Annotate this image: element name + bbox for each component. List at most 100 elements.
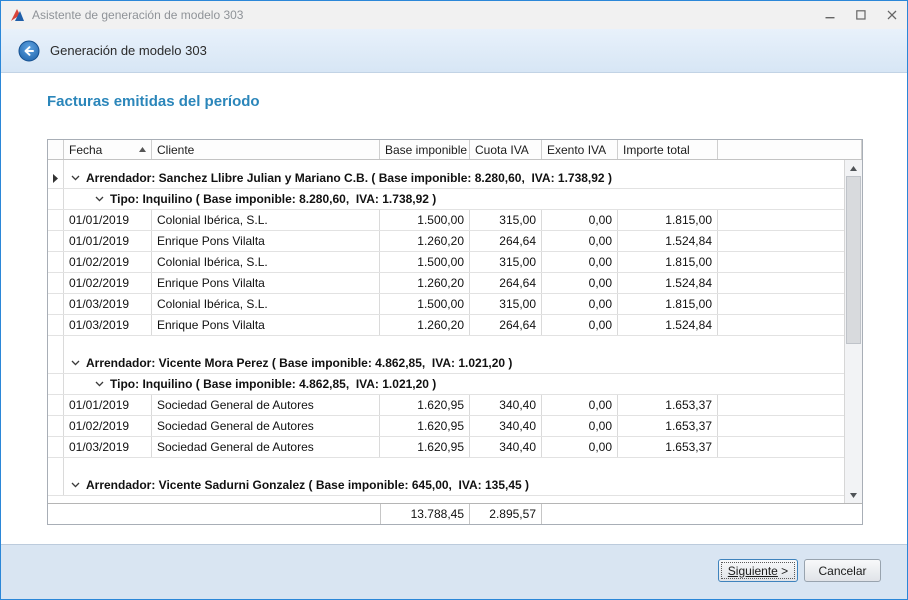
row-indicator-cell [48, 458, 64, 475]
invoice-row[interactable]: 01/02/2019Sociedad General de Autores1.6… [48, 416, 844, 437]
cell-base-imponible: 1.500,00 [380, 252, 470, 272]
group-row[interactable]: Arrendador: Vicente Sadurni Gonzalez ( B… [48, 475, 844, 496]
group-row[interactable]: Arrendador: Vicente Mora Perez ( Base im… [48, 353, 844, 374]
invoice-row[interactable]: 01/01/2019Sociedad General de Autores1.6… [48, 395, 844, 416]
scrollbar-thumb[interactable] [846, 176, 861, 344]
group-header-cell: Arrendador: Sanchez Llibre Julian y Mari… [64, 168, 844, 188]
back-button[interactable] [18, 40, 40, 62]
cell-cuota-iva: 264,64 [470, 231, 542, 251]
cell-importe-total: 1.524,84 [618, 231, 718, 251]
cell-base-imponible: 1.620,95 [380, 416, 470, 436]
row-filler-cell [718, 315, 844, 335]
cell-importe-total: 1.524,84 [618, 273, 718, 293]
minimize-button[interactable] [814, 1, 845, 29]
cell-cliente: Enrique Pons Vilalta [152, 231, 380, 251]
sort-ascending-icon [135, 147, 146, 152]
cell-cliente: Sociedad General de Autores [152, 395, 380, 415]
group-header-cell: Arrendador: Vicente Sadurni Gonzalez ( B… [64, 475, 844, 495]
collapse-chevron-icon[interactable] [71, 175, 80, 181]
group-header-cell: Tipo: Inquilino ( Base imponible: 4.862,… [64, 374, 844, 394]
cell-fecha: 01/01/2019 [64, 231, 152, 251]
window-controls [814, 1, 907, 29]
collapse-chevron-icon[interactable] [95, 381, 104, 387]
minimize-icon [825, 10, 835, 20]
grid-summary-row: 13.788,45 2.895,57 [48, 503, 862, 524]
column-label: Exento IVA [547, 143, 606, 157]
spacer-filler [64, 336, 844, 353]
row-indicator-cell [48, 210, 64, 230]
current-row-arrow-icon [53, 174, 58, 183]
next-button[interactable]: Siguiente > [718, 559, 798, 582]
cell-cuota-iva: 340,40 [470, 437, 542, 457]
summary-importe-cell [618, 504, 718, 524]
subgroup-row[interactable]: Tipo: Inquilino ( Base imponible: 8.280,… [48, 189, 844, 210]
cell-fecha: 01/02/2019 [64, 273, 152, 293]
cell-base-imponible: 1.620,95 [380, 437, 470, 457]
invoice-row[interactable]: 01/01/2019Colonial Ibérica, S.L.1.500,00… [48, 210, 844, 231]
cell-base-imponible: 1.620,95 [380, 395, 470, 415]
column-header-exento-iva[interactable]: Exento IVA [542, 140, 618, 159]
row-filler-cell [718, 395, 844, 415]
summary-cliente-cell [152, 504, 380, 524]
group-row[interactable]: Arrendador: Sanchez Llibre Julian y Mari… [48, 168, 844, 189]
collapse-chevron-icon[interactable] [71, 360, 80, 366]
collapse-chevron-icon[interactable] [95, 196, 104, 202]
row-indicator-cell [48, 160, 64, 168]
row-indicator-cell [48, 395, 64, 415]
column-header-importe-total[interactable]: Importe total [618, 140, 718, 159]
vertical-scrollbar[interactable] [844, 160, 862, 503]
close-button[interactable] [876, 1, 907, 29]
cell-cuota-iva: 264,64 [470, 273, 542, 293]
cell-importe-total: 1.815,00 [618, 210, 718, 230]
row-indicator-cell [48, 336, 64, 353]
invoice-row[interactable]: 01/01/2019Enrique Pons Vilalta1.260,2026… [48, 231, 844, 252]
cell-cuota-iva: 340,40 [470, 416, 542, 436]
summary-indicator-cell [48, 504, 64, 524]
invoice-row[interactable]: 01/03/2019Enrique Pons Vilalta1.260,2026… [48, 315, 844, 336]
cell-cliente: Sociedad General de Autores [152, 437, 380, 457]
invoice-row[interactable]: 01/02/2019Enrique Pons Vilalta1.260,2026… [48, 273, 844, 294]
row-filler-cell [718, 273, 844, 293]
cell-exento-iva: 0,00 [542, 210, 618, 230]
column-label: Cuota IVA [475, 143, 529, 157]
restore-button[interactable] [845, 1, 876, 29]
cell-importe-total: 1.653,37 [618, 416, 718, 436]
cell-base-imponible: 1.260,20 [380, 315, 470, 335]
cancel-button[interactable]: Cancelar [804, 559, 881, 582]
group-label: Tipo: Inquilino ( Base imponible: 4.862,… [110, 377, 436, 391]
column-header-cliente[interactable]: Cliente [152, 140, 380, 159]
cell-importe-total: 1.653,37 [618, 395, 718, 415]
scrollbar-track[interactable] [845, 176, 862, 487]
subgroup-row[interactable]: Tipo: Inquilino ( Base imponible: 4.862,… [48, 374, 844, 395]
scroll-down-button[interactable] [845, 487, 862, 503]
row-indicator-cell [48, 437, 64, 457]
cell-cuota-iva: 315,00 [470, 210, 542, 230]
scroll-up-button[interactable] [845, 160, 862, 176]
invoice-row[interactable]: 01/03/2019Colonial Ibérica, S.L.1.500,00… [48, 294, 844, 315]
cell-cliente: Colonial Ibérica, S.L. [152, 252, 380, 272]
row-indicator-cell [48, 252, 64, 272]
cell-base-imponible: 1.500,00 [380, 294, 470, 314]
cell-fecha: 01/02/2019 [64, 416, 152, 436]
cell-importe-total: 1.815,00 [618, 252, 718, 272]
invoice-row[interactable]: 01/03/2019Sociedad General de Autores1.6… [48, 437, 844, 458]
cell-cliente: Enrique Pons Vilalta [152, 273, 380, 293]
row-indicator-cell [48, 374, 64, 394]
summary-base-imponible: 13.788,45 [380, 504, 470, 524]
column-header-filler [718, 140, 862, 159]
cell-importe-total: 1.653,37 [618, 437, 718, 457]
group-label: Arrendador: Vicente Mora Perez ( Base im… [86, 356, 512, 370]
row-filler-cell [718, 437, 844, 457]
column-header-fecha[interactable]: Fecha [64, 140, 152, 159]
row-filler-cell [718, 210, 844, 230]
column-header-base-imponible[interactable]: Base imponible [380, 140, 470, 159]
column-label: Fecha [69, 143, 102, 157]
cell-importe-total: 1.815,00 [618, 294, 718, 314]
group-label: Tipo: Inquilino ( Base imponible: 8.280,… [110, 192, 436, 206]
invoice-row[interactable]: 01/02/2019Colonial Ibérica, S.L.1.500,00… [48, 252, 844, 273]
header-title: Generación de modelo 303 [50, 43, 207, 58]
window-titlebar[interactable]: Asistente de generación de modelo 303 [1, 1, 907, 29]
column-header-cuota-iva[interactable]: Cuota IVA [470, 140, 542, 159]
collapse-chevron-icon[interactable] [71, 482, 80, 488]
cell-cliente: Colonial Ibérica, S.L. [152, 210, 380, 230]
